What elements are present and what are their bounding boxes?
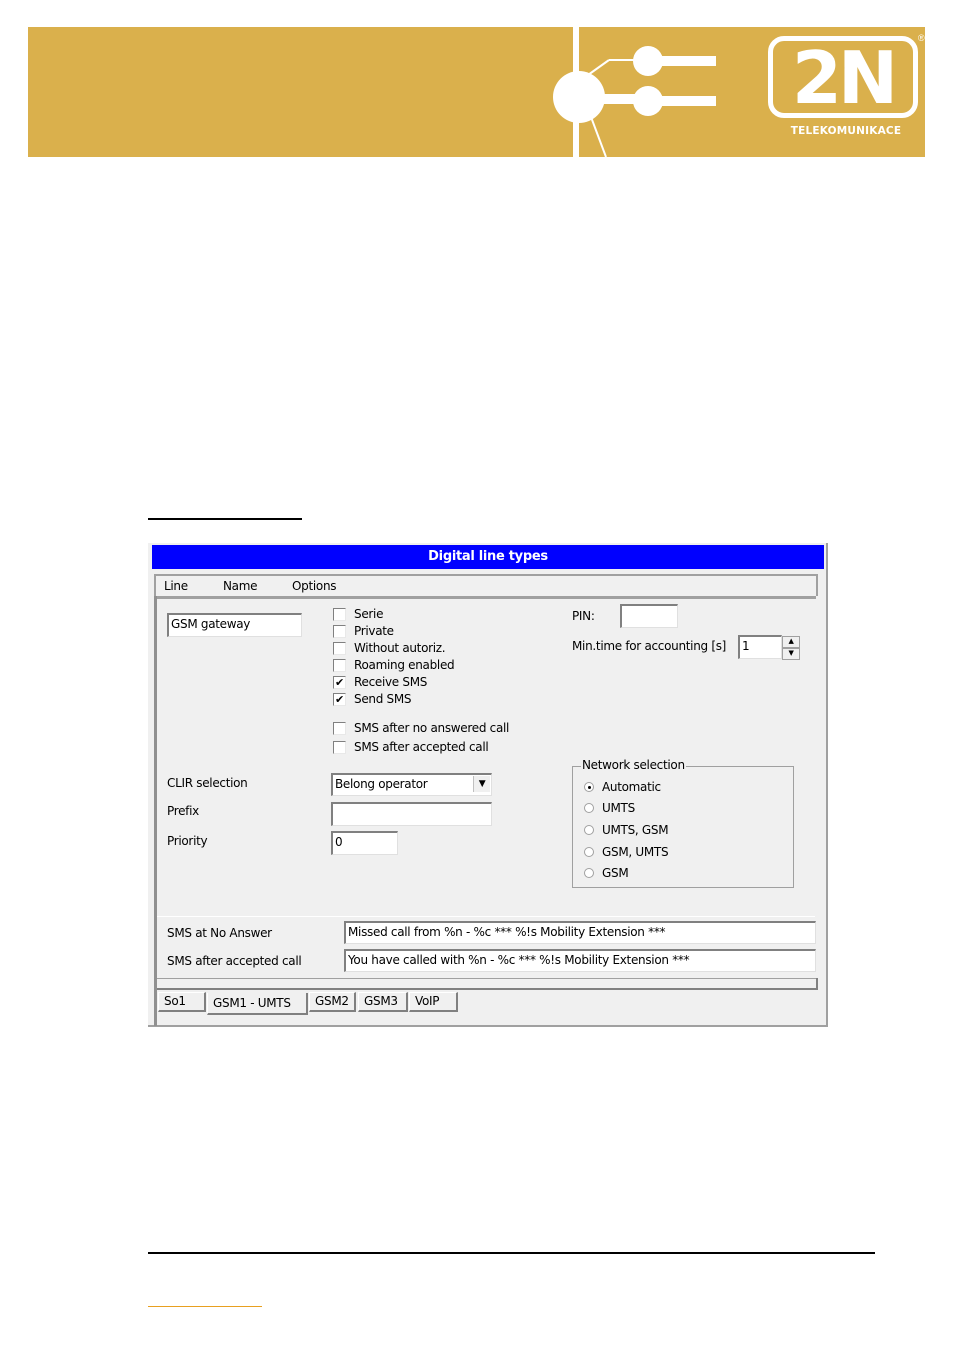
checkbox-without-autoriz[interactable]: Without autoriz. — [333, 641, 446, 655]
network-selection-title: Network selection — [581, 758, 686, 772]
checkbox-send-sms[interactable]: ✔ Send SMS — [333, 692, 412, 706]
spin-up-icon[interactable]: ▲ — [782, 636, 800, 648]
radio-label: GSM — [602, 866, 629, 880]
checkbox-box[interactable] — [333, 641, 346, 655]
checkbox-label: Roaming enabled — [354, 658, 455, 672]
separator — [157, 978, 818, 979]
checkbox-private[interactable]: Private — [333, 624, 394, 638]
menu-line[interactable]: Line — [164, 579, 188, 593]
checkbox-sms-after-no-answered-call[interactable]: SMS after no answered call — [333, 721, 509, 735]
checkbox-label: SMS after no answered call — [354, 721, 510, 735]
network-selection-group: Network selection Automatic UMTS UMTS, G… — [572, 758, 794, 888]
priority-label: Priority — [167, 834, 208, 848]
pin-input[interactable] — [620, 604, 678, 628]
radio-gsm[interactable]: GSM — [584, 866, 629, 880]
radio-label: Automatic — [602, 780, 661, 794]
min-time-spinner[interactable]: ▲ ▼ — [782, 636, 800, 660]
radio-selected-icon[interactable] — [584, 782, 594, 792]
radio-label: GSM, UMTS — [602, 845, 669, 859]
radio-umts-gsm[interactable]: UMTS, GSM — [584, 823, 669, 837]
footer-link-underline[interactable] — [148, 1306, 262, 1307]
sms-no-answer-input[interactable]: Missed call from %n - %c *** %!s Mobilit… — [344, 921, 816, 944]
tab-voip[interactable]: VoIP — [409, 992, 458, 1012]
tab-gsm3[interactable]: GSM3 — [358, 992, 408, 1012]
sms-accepted-input[interactable]: You have called with %n - %c *** %!s Mob… — [344, 949, 816, 972]
checkbox-box[interactable] — [333, 740, 346, 754]
header-banner: 2N ® TELEKOMUNIKACE — [28, 27, 925, 157]
sms-accepted-label: SMS after accepted call — [167, 954, 302, 968]
checkbox-box[interactable] — [333, 658, 346, 672]
prefix-label: Prefix — [167, 804, 199, 818]
checkbox-label: Receive SMS — [354, 675, 428, 689]
priority-input[interactable]: 0 — [331, 831, 398, 855]
registered-mark: ® — [918, 33, 925, 43]
tab-gsm1-umts[interactable]: GSM1 - UMTS — [207, 993, 308, 1015]
menu-bar: Line Name Options — [154, 574, 818, 596]
checkbox-label: Send SMS — [354, 692, 412, 706]
checkbox-box[interactable] — [333, 624, 346, 638]
checkbox-label: SMS after accepted call — [354, 740, 489, 754]
clir-value: Belong operator — [335, 777, 428, 791]
pin-label: PIN: — [572, 609, 595, 623]
line-name-input[interactable]: GSM gateway — [167, 613, 302, 637]
tab-gsm2[interactable]: GSM2 — [309, 992, 356, 1012]
clir-select[interactable]: Belong operator ▼ — [331, 773, 492, 796]
checkbox-roaming-enabled[interactable]: Roaming enabled — [333, 658, 455, 672]
checkbox-sms-after-accepted-call[interactable]: SMS after accepted call — [333, 740, 489, 754]
sms-no-answer-label: SMS at No Answer — [167, 926, 272, 940]
checkmark-icon[interactable]: ✔ — [333, 692, 346, 706]
min-time-label: Min.time for accounting [s] — [572, 639, 727, 653]
spin-down-icon[interactable]: ▼ — [782, 648, 800, 660]
radio-label: UMTS — [602, 801, 635, 815]
checkbox-label: Private — [354, 624, 394, 638]
dialog-title: Digital line types — [152, 545, 824, 569]
radio-icon[interactable] — [584, 868, 594, 878]
chevron-down-icon[interactable]: ▼ — [473, 776, 490, 792]
clir-label: CLIR selection — [167, 776, 248, 790]
separator — [157, 988, 818, 990]
checkbox-box[interactable] — [333, 721, 346, 735]
checkbox-label: Serie — [354, 607, 384, 621]
section-heading-underline — [148, 518, 302, 520]
radio-icon[interactable] — [584, 847, 594, 857]
checkbox-box[interactable] — [333, 607, 346, 621]
radio-icon[interactable] — [584, 825, 594, 835]
checkbox-receive-sms[interactable]: ✔ Receive SMS — [333, 675, 427, 689]
menu-options[interactable]: Options — [292, 579, 337, 593]
checkbox-serie[interactable]: Serie — [333, 607, 383, 621]
prefix-input[interactable] — [331, 802, 492, 826]
logo-subtitle: TELEKOMUNIKACE — [790, 125, 902, 137]
separator — [157, 916, 815, 917]
footer-rule — [148, 1252, 875, 1254]
radio-umts[interactable]: UMTS — [584, 801, 635, 815]
logo: 2N — [791, 36, 898, 120]
radio-automatic[interactable]: Automatic — [584, 780, 661, 794]
checkbox-label: Without autoriz. — [354, 641, 446, 655]
tab-so1[interactable]: So1 — [158, 992, 206, 1012]
radio-icon[interactable] — [584, 803, 594, 813]
min-time-input[interactable]: 1 — [738, 635, 782, 659]
radio-gsm-umts[interactable]: GSM, UMTS — [584, 845, 669, 859]
menu-name[interactable]: Name — [223, 579, 258, 593]
checkmark-icon[interactable]: ✔ — [333, 675, 346, 689]
radio-label: UMTS, GSM — [602, 823, 669, 837]
